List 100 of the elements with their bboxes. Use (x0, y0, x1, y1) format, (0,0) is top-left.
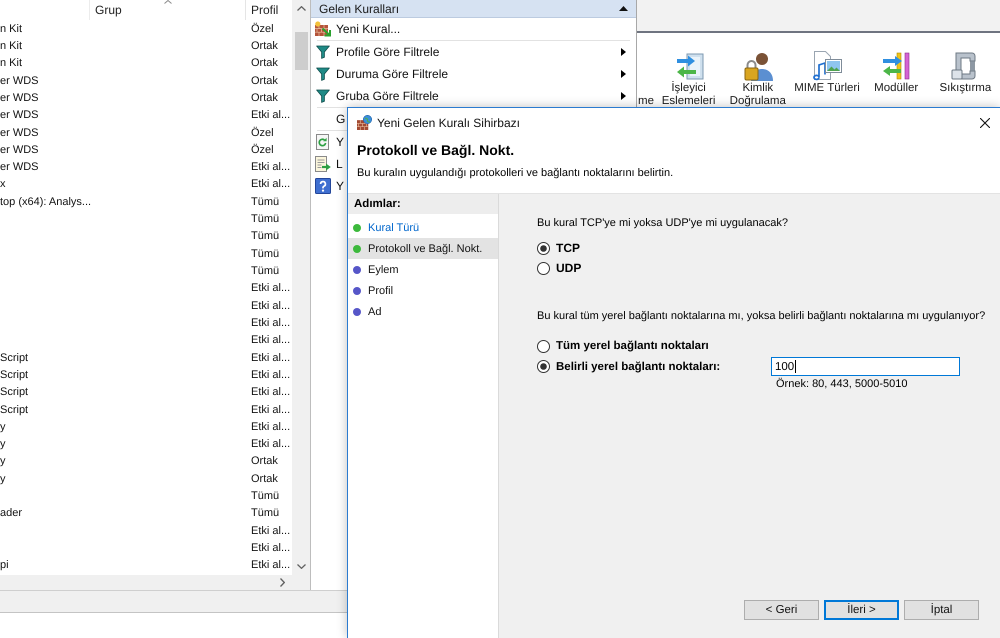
action-item[interactable]: Yeni Kural... (311, 18, 400, 40)
table-cell: y (0, 438, 6, 450)
scrollbar-thumb[interactable] (294, 32, 308, 70)
table-cell: er WDS (0, 92, 38, 104)
table-cell: er WDS (0, 144, 38, 156)
table-cell: Ortak (251, 57, 278, 70)
table-cell: top (x64): Analys... (0, 196, 92, 208)
feature-item[interactable]: Kimlik Doğrulama (723, 33, 792, 107)
action-item[interactable]: Y (311, 131, 344, 153)
table-cell: er WDS (0, 126, 38, 139)
question-text: Bu kural TCP'ye mi yoksa UDP'ye mi uygulanacak? (537, 216, 788, 230)
filter-icon (316, 67, 330, 81)
table-cell: Etki al... (251, 352, 290, 364)
text-cursor-icon (795, 360, 796, 373)
page-description: Bu kuralın uygulandığı protokolleri ve bağlantı noktalarını belirtin. (357, 166, 674, 180)
table-cell: Script (0, 404, 28, 416)
table-cell: Script (0, 352, 28, 364)
table-cell: Tümü (251, 490, 280, 502)
step-item[interactable]: Protokoll ve Bağl. Nokt. (348, 238, 498, 259)
table-cell: Script (0, 368, 28, 381)
page-heading: Protokoll ve Bağl. Nokt. (357, 141, 516, 159)
feature-item[interactable]: MIME Türleri (792, 33, 862, 94)
user-padlock-icon (742, 50, 774, 82)
radio-option[interactable]: UDP (537, 258, 582, 278)
feature-item[interactable]: İşleyici Eslemeleri (654, 33, 724, 107)
table-cell: er WDS (0, 161, 38, 174)
step-item[interactable]: Ad (348, 301, 498, 322)
radio-option[interactable]: Belirli yerel bağlantı noktaları: (537, 356, 720, 376)
table-cell: Etki al... (251, 404, 290, 416)
table-cell: Etki al... (251, 282, 290, 294)
table-cell: x (0, 178, 6, 190)
dialog-button[interactable]: İleri > (824, 600, 899, 620)
hint-text: Örnek: 80, 443, 5000-5010 (776, 377, 908, 391)
dialog-button[interactable]: < Geri (744, 600, 819, 620)
table-cell: Etki al... (251, 438, 290, 450)
help-icon (315, 178, 331, 194)
port-field[interactable]: 100 (771, 357, 960, 376)
table-cell: Ortak (251, 455, 278, 468)
filter-icon (316, 45, 330, 59)
table-cell: Ortak (251, 74, 278, 87)
refresh-icon (315, 134, 331, 150)
table-cell: Etki al... (251, 334, 290, 346)
step-item[interactable]: Eylem (348, 259, 498, 280)
table-cell: Etki al... (251, 420, 290, 433)
action-item[interactable]: Y (311, 175, 344, 197)
table-cell: Tümü (251, 230, 280, 242)
arrows-bars-icon (880, 50, 912, 82)
action-item[interactable]: Gruba Göre Filtrele (311, 85, 439, 107)
table-cell: er WDS (0, 74, 38, 87)
table-cell: Özel (251, 144, 274, 156)
document-media-icon (810, 50, 843, 82)
feature-item[interactable]: Sıkıştırma (930, 33, 1000, 94)
feature-item[interactable]: Modüller (862, 33, 931, 94)
table-cell: Etki al... (251, 178, 290, 190)
question-text: Bu kural tüm yerel bağlantı noktalarına mı, yoksa belirli bağlantı noktalarına mı uygulanıyor? (537, 309, 986, 323)
radio-option[interactable]: TCP (537, 238, 580, 258)
table-cell: Tümü (251, 265, 280, 278)
filter-icon (316, 89, 330, 103)
steps-heading: Adımlar: (348, 194, 498, 214)
brick-wall-globe-icon (357, 115, 372, 130)
feature-item[interactable]: me (638, 94, 654, 107)
step-item[interactable]: Profil (348, 280, 498, 301)
table-cell: er WDS (0, 109, 38, 122)
scroll-up-icon[interactable] (296, 6, 306, 11)
table-cell: y (0, 472, 6, 485)
action-item[interactable]: G (311, 108, 346, 130)
table-cell: Tümü (251, 248, 280, 260)
scroll-down-icon[interactable] (296, 564, 306, 569)
table-cell: Etki al... (251, 368, 290, 381)
table-cell: Ortak (251, 92, 278, 104)
radio-option[interactable]: Tüm yerel bağlantı noktaları (537, 336, 709, 356)
action-item[interactable]: L (311, 153, 343, 175)
section-title: Gelen Kuralları (319, 2, 400, 16)
table-cell: Özel (251, 126, 274, 139)
table-cell: Etki al... (251, 109, 290, 122)
table-cell: y (0, 420, 6, 433)
dialog-button[interactable]: İptal (904, 600, 979, 620)
table-cell: n Kit (0, 22, 22, 35)
table-cell: Etki al... (251, 316, 290, 329)
column-header[interactable]: Grup (95, 3, 122, 17)
table-cell: Etki al... (251, 542, 290, 554)
table-cell: Etki al... (251, 161, 290, 174)
action-item[interactable]: Duruma Göre Filtrele (311, 63, 448, 85)
table-cell: y (0, 455, 6, 468)
table-cell: pi (0, 559, 9, 572)
table-cell: Etki al... (251, 559, 290, 572)
table-cell: ader (0, 507, 22, 520)
step-item[interactable]: Kural Türü (348, 217, 498, 238)
collapse-arrow-icon[interactable] (619, 6, 628, 11)
column-header[interactable]: Profil (251, 3, 278, 17)
table-cell: Tümü (251, 196, 280, 208)
window-title: Yeni Gelen Kuralı Sihirbazı (377, 116, 520, 130)
document-arrow-icon (315, 156, 331, 172)
table-cell: Tümü (251, 213, 280, 226)
table-cell: n Kit (0, 57, 22, 70)
scroll-right-icon[interactable] (280, 578, 285, 587)
action-item[interactable]: Profile Göre Filtrele (311, 41, 440, 63)
table-cell: Ortak (251, 472, 278, 485)
close-icon (980, 118, 990, 128)
brick-wall-arrow-icon (315, 21, 331, 37)
